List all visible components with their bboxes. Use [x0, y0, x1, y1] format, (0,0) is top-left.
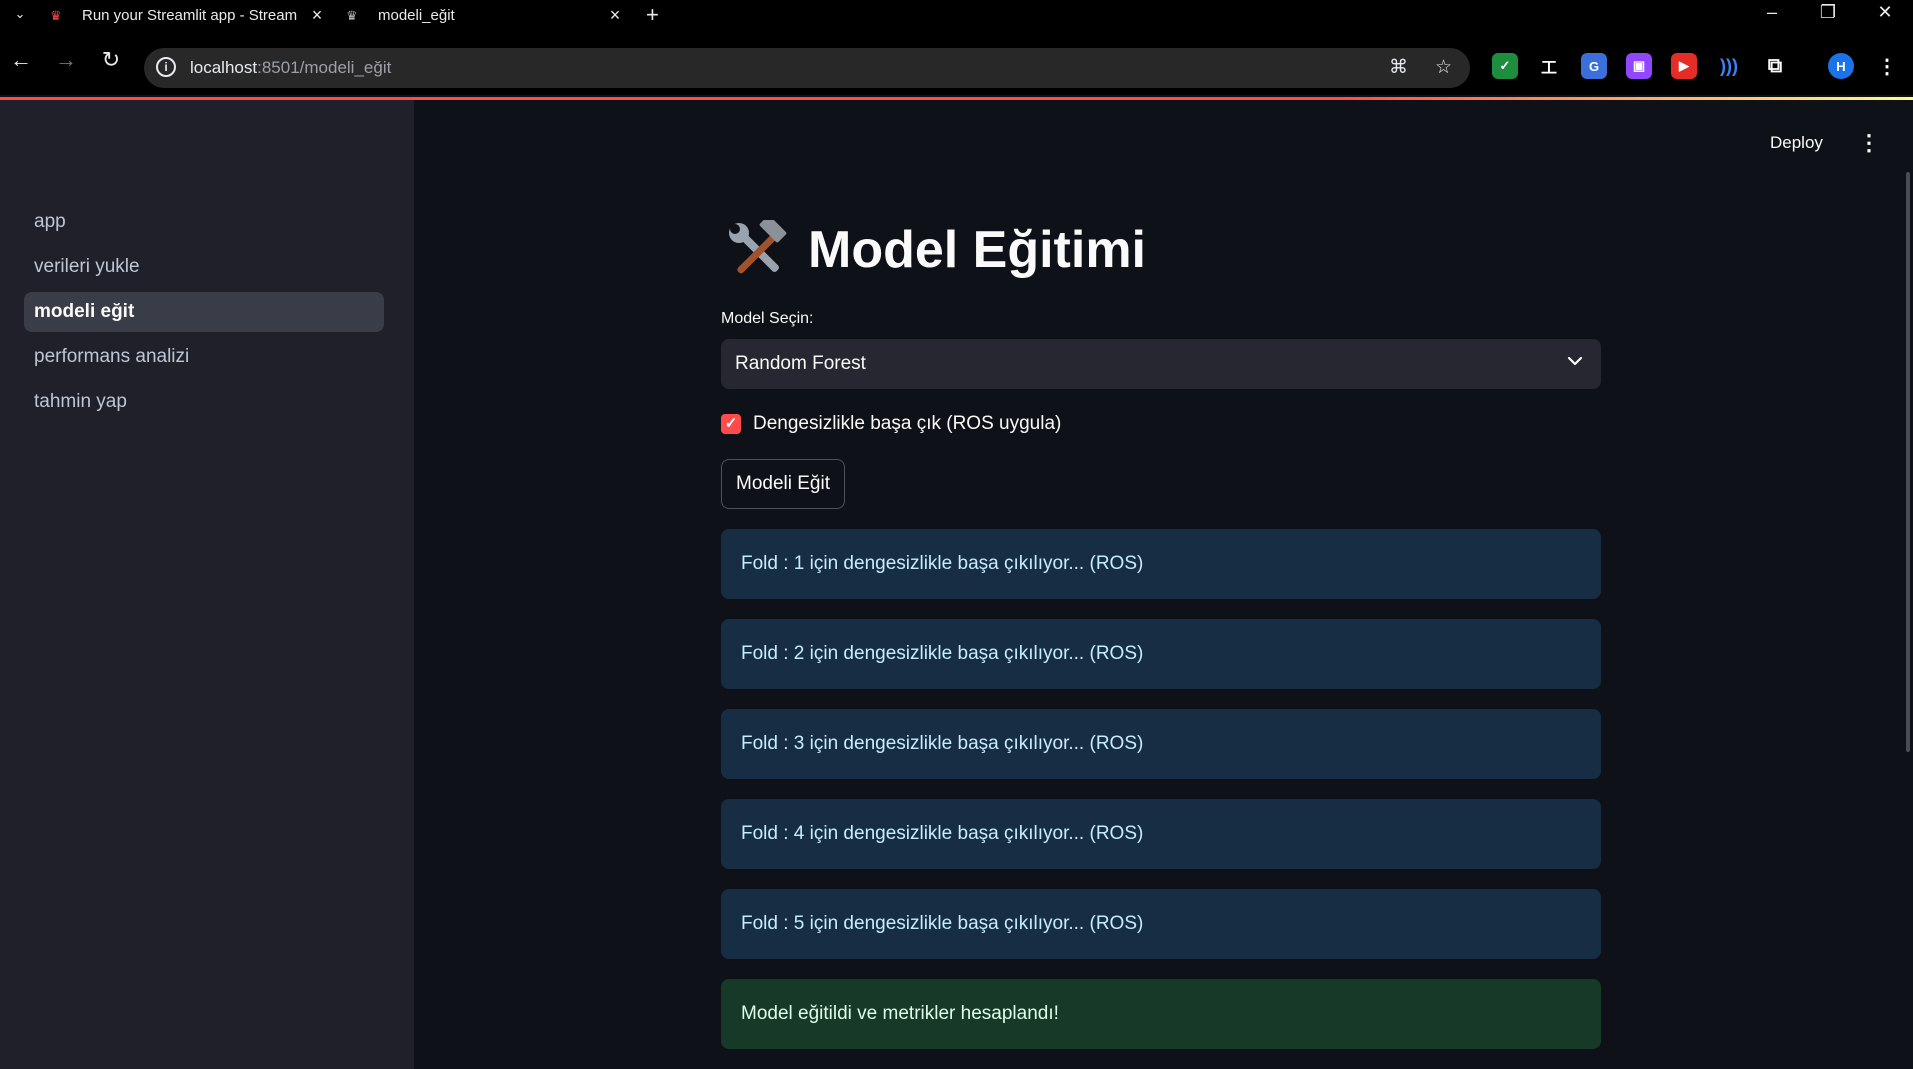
new-tab-plus-icon[interactable]: +: [646, 2, 659, 28]
sidebar-item-modeli-egit[interactable]: modeli eğit: [24, 292, 384, 332]
browser-toolbar: ← → ↻ i localhost:8501/modeli_eğit ⌘ ☆ ✓…: [0, 31, 1913, 95]
close-tab-icon[interactable]: ×: [604, 5, 626, 26]
sidebar-item-tahmin-yap[interactable]: tahmin yap: [24, 382, 384, 422]
hammer-and-wrench-icon: [729, 220, 787, 274]
streamlit-crown-icon: ♛: [346, 7, 358, 23]
close-window-icon[interactable]: ✕: [1865, 2, 1905, 23]
page-title: Model Eğitimi: [808, 221, 1146, 279]
translator-extension-icon[interactable]: 工: [1536, 53, 1562, 79]
info-alert-fold-5: Fold : 5 için dengesizlikle başa çıkılıy…: [721, 889, 1601, 959]
ros-checkbox[interactable]: ✓: [721, 414, 741, 434]
success-alert: Model eğitildi ve metrikler hesaplandı!: [721, 979, 1601, 1049]
sidebar-item-verileri-yukle[interactable]: verileri yukle: [24, 247, 384, 287]
back-arrow-icon[interactable]: ←: [6, 47, 36, 73]
shield-extension-icon[interactable]: ✓: [1492, 53, 1518, 79]
youtube-extension-icon[interactable]: ▶: [1671, 53, 1697, 79]
info-alert-fold-4: Fold : 4 için dengesizlikle başa çıkılıy…: [721, 799, 1601, 869]
tab-title: modeli_eğit: [378, 7, 455, 24]
sidebar: app verileri yukle modeli eğit performan…: [0, 100, 414, 1069]
close-tab-icon[interactable]: ×: [306, 5, 328, 26]
scrollbar[interactable]: [1906, 172, 1910, 752]
model-select-label: Model Seçin:: [721, 310, 814, 327]
profile-avatar[interactable]: H: [1828, 53, 1854, 79]
info-alert-fold-2: Fold : 2 için dengesizlikle başa çıkılıy…: [721, 619, 1601, 689]
main-menu-icon[interactable]: ⋮: [1858, 130, 1880, 156]
browser-tab[interactable]: ♛ Run your Streamlit app - Stream ×: [50, 0, 328, 31]
ros-checkbox-row[interactable]: ✓ Dengesizlikle başa çık (ROS uygula): [721, 413, 1061, 435]
tab-title: Run your Streamlit app - Stream: [82, 7, 298, 24]
minimize-icon[interactable]: –: [1752, 2, 1792, 23]
twitch-extension-icon[interactable]: ▣: [1626, 53, 1652, 79]
info-alert-fold-3: Fold : 3 için dengesizlikle başa çıkılıy…: [721, 709, 1601, 779]
browser-tab-active[interactable]: ♛ modeli_eğit ×: [346, 0, 626, 31]
sidebar-item-performans-analizi[interactable]: performans analizi: [24, 337, 384, 377]
page-title-row: Model Eğitimi: [726, 220, 1146, 280]
restore-icon[interactable]: ❐: [1808, 2, 1848, 23]
reload-icon[interactable]: ↻: [96, 47, 126, 73]
sidebar-item-app[interactable]: app: [24, 202, 384, 242]
model-select-value: Random Forest: [735, 353, 866, 374]
bookmark-star-icon[interactable]: ☆: [1435, 56, 1452, 79]
browser-menu-icon[interactable]: ⋮: [1874, 53, 1900, 79]
extensions-puzzle-icon[interactable]: ⧉: [1762, 53, 1788, 79]
address-bar[interactable]: i localhost:8501/modeli_eğit ⌘ ☆: [144, 48, 1470, 88]
model-select[interactable]: Random Forest: [721, 339, 1601, 389]
translate-icon[interactable]: ⌘: [1389, 56, 1408, 79]
site-info-icon[interactable]: i: [156, 57, 176, 77]
info-alert-fold-1: Fold : 1 için dengesizlikle başa çıkılıy…: [721, 529, 1601, 599]
google-translate-extension-icon[interactable]: G: [1581, 53, 1607, 79]
streamlit-crown-icon: ♛: [50, 7, 62, 23]
tab-search-chevron-icon[interactable]: ⌄: [10, 6, 30, 22]
forward-arrow-icon[interactable]: →: [51, 47, 81, 73]
train-model-button[interactable]: Modeli Eğit: [721, 459, 845, 509]
ros-checkbox-label: Dengesizlikle başa çık (ROS uygula): [753, 413, 1062, 434]
url-text: localhost:8501/modeli_eğit: [190, 58, 392, 77]
chevron-down-icon: [1567, 356, 1583, 366]
sound-extension-icon[interactable]: ))): [1716, 53, 1742, 79]
browser-tab-bar: ⌄ ♛ Run your Streamlit app - Stream × ♛ …: [0, 0, 1913, 31]
deploy-button[interactable]: Deploy: [1770, 133, 1823, 153]
